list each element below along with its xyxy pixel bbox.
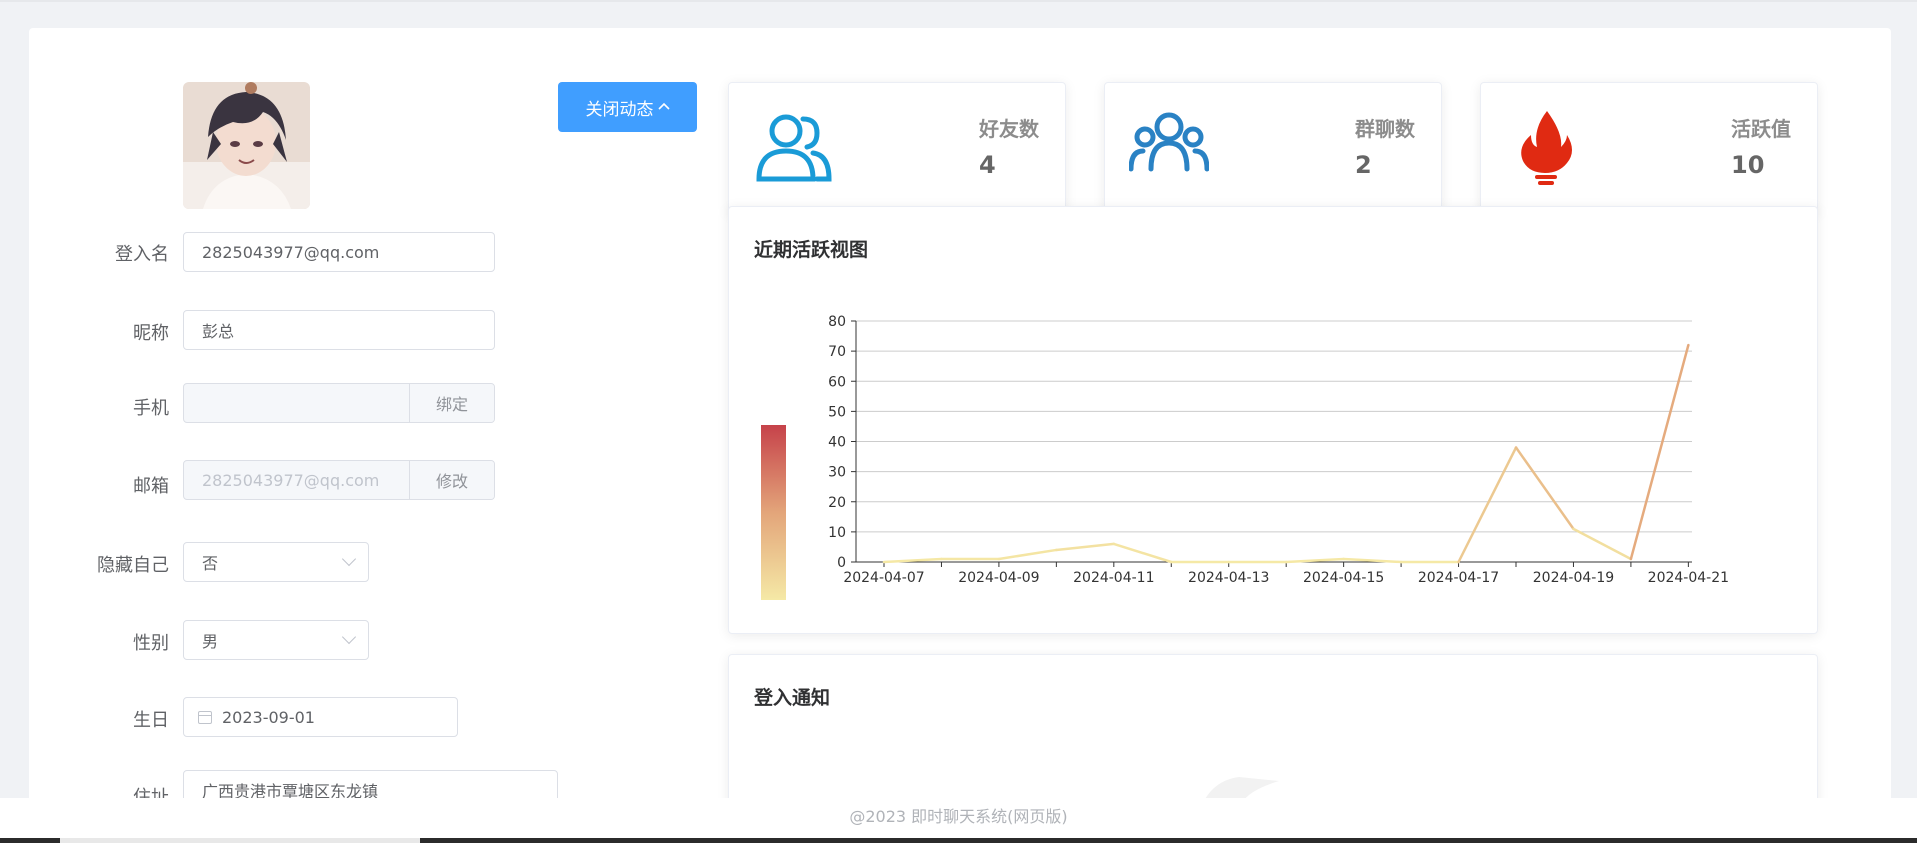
data-point[interactable]: [1054, 548, 1058, 552]
chevron-up-icon: [657, 100, 670, 115]
footer: @2023 即时聊天系统(网页版): [0, 798, 1917, 838]
bind-phone-button[interactable]: 绑定: [409, 384, 494, 422]
data-point[interactable]: [1342, 557, 1346, 561]
x-tick-label: 2024-04-17: [1418, 570, 1499, 586]
data-point[interactable]: [1629, 557, 1633, 561]
activity-chart-panel: 近期活跃视图 0 10 20 30 40 50 60 70 80 2024-04-07 2024-0…: [728, 206, 1818, 634]
close-activity-label: 关闭动态: [585, 99, 654, 120]
phone-input[interactable]: 绑定: [183, 383, 495, 423]
gender-label: 性别: [133, 633, 169, 654]
visual-map-bar[interactable]: [761, 425, 786, 600]
chevron-down-icon: [341, 551, 357, 567]
data-point[interactable]: [1284, 560, 1288, 564]
avatar[interactable]: [183, 82, 310, 209]
series-segment: [1514, 446, 1575, 531]
y-tick-label: 80: [828, 314, 846, 330]
y-tick-label: 0: [837, 555, 846, 571]
series-segment: [997, 548, 1058, 561]
friends-icon: [756, 114, 832, 182]
taskbar: [0, 838, 1917, 843]
data-point[interactable]: [1686, 343, 1690, 347]
x-tick-label: 2024-04-09: [958, 570, 1039, 586]
nickname-input[interactable]: 彭总: [183, 310, 495, 350]
x-tick-label: 2024-04-13: [1188, 570, 1269, 586]
y-tick-label: 60: [828, 374, 846, 390]
data-point[interactable]: [997, 557, 1001, 561]
birthday-date-picker[interactable]: 2023-09-01: [183, 697, 458, 737]
taskbar-item: [60, 838, 420, 843]
top-border: [0, 0, 1917, 2]
hide-self-value: 否: [202, 554, 219, 573]
fire-icon: [1521, 111, 1572, 185]
email-label: 邮箱: [133, 476, 169, 497]
series-segment: [1457, 446, 1518, 564]
data-point[interactable]: [1457, 560, 1461, 564]
groups-count-value: 2: [1355, 151, 1372, 179]
y-tick-label: 70: [828, 344, 846, 360]
login-notice-title: 登入通知: [754, 687, 831, 709]
login-name-input[interactable]: 2825043977@qq.com: [183, 232, 495, 272]
friends-count-label: 好友数: [979, 117, 1039, 141]
hide-self-select[interactable]: 否: [183, 542, 369, 582]
y-tick-label: 50: [828, 404, 846, 420]
x-tick-label: 2024-04-15: [1303, 570, 1384, 586]
x-tick-label: 2024-04-07: [843, 570, 924, 586]
y-tick-label: 40: [828, 435, 846, 451]
data-point[interactable]: [1571, 527, 1575, 531]
activity-value: 10: [1731, 151, 1765, 179]
birthday-label: 生日: [133, 710, 169, 731]
group-icon: [1129, 112, 1209, 172]
activity-value-label: 活跃值: [1731, 117, 1791, 141]
y-tick-label: 30: [828, 465, 846, 481]
series-segment: [1055, 542, 1116, 552]
nickname-label: 昵称: [133, 323, 169, 344]
edit-email-button[interactable]: 修改: [409, 461, 494, 499]
friends-count-value: 4: [979, 151, 996, 179]
profile-dashboard-card: 关闭动态 登入名 2825043977@qq.com 昵称 彭总 手机 绑定 邮…: [29, 28, 1891, 808]
x-tick-label: 2024-04-19: [1533, 570, 1614, 586]
x-tick-label: 2024-04-11: [1073, 570, 1154, 586]
birthday-value: 2023-09-01: [222, 707, 315, 727]
email-input[interactable]: 2825043977@qq.com 修改: [183, 460, 495, 500]
x-tick-label: 2024-04-21: [1648, 570, 1729, 586]
chevron-down-icon: [341, 629, 357, 645]
stat-card-activity: 活跃值 10: [1480, 82, 1818, 214]
data-point[interactable]: [1112, 542, 1116, 546]
data-point[interactable]: [882, 560, 886, 564]
close-activity-button[interactable]: 关闭动态: [558, 82, 697, 132]
login-name-value: 2825043977@qq.com: [202, 242, 380, 262]
data-point[interactable]: [1399, 560, 1403, 564]
data-point[interactable]: [1169, 560, 1173, 564]
phone-label: 手机: [133, 398, 169, 419]
data-point[interactable]: [939, 557, 943, 561]
hide-self-label: 隐藏自己: [97, 555, 169, 576]
stat-card-friends: 好友数 4: [728, 82, 1066, 214]
series-segment: [1112, 542, 1173, 564]
calendar-icon: [198, 710, 212, 724]
series-segment: [1629, 343, 1690, 561]
gender-select[interactable]: 男: [183, 620, 369, 660]
footer-text: @2023 即时聊天系统(网页版): [849, 807, 1068, 826]
data-point[interactable]: [1227, 560, 1231, 564]
groups-count-label: 群聊数: [1355, 117, 1415, 141]
login-notice-panel: 登入通知: [728, 654, 1818, 808]
y-tick-label: 10: [828, 525, 846, 541]
stat-card-groups: 群聊数 2: [1104, 82, 1442, 214]
series-segment: [1572, 527, 1633, 561]
login-name-label: 登入名: [115, 244, 169, 265]
y-tick-label: 20: [828, 495, 846, 511]
email-value: 2825043977@qq.com: [202, 470, 380, 490]
activity-line-chart[interactable]: 0 10 20 30 40 50 60 70 80 2024-04-07 2024-04-09 202…: [729, 207, 1818, 634]
nickname-value: 彭总: [202, 322, 235, 341]
gender-value: 男: [202, 632, 219, 651]
data-point[interactable]: [1514, 446, 1518, 450]
